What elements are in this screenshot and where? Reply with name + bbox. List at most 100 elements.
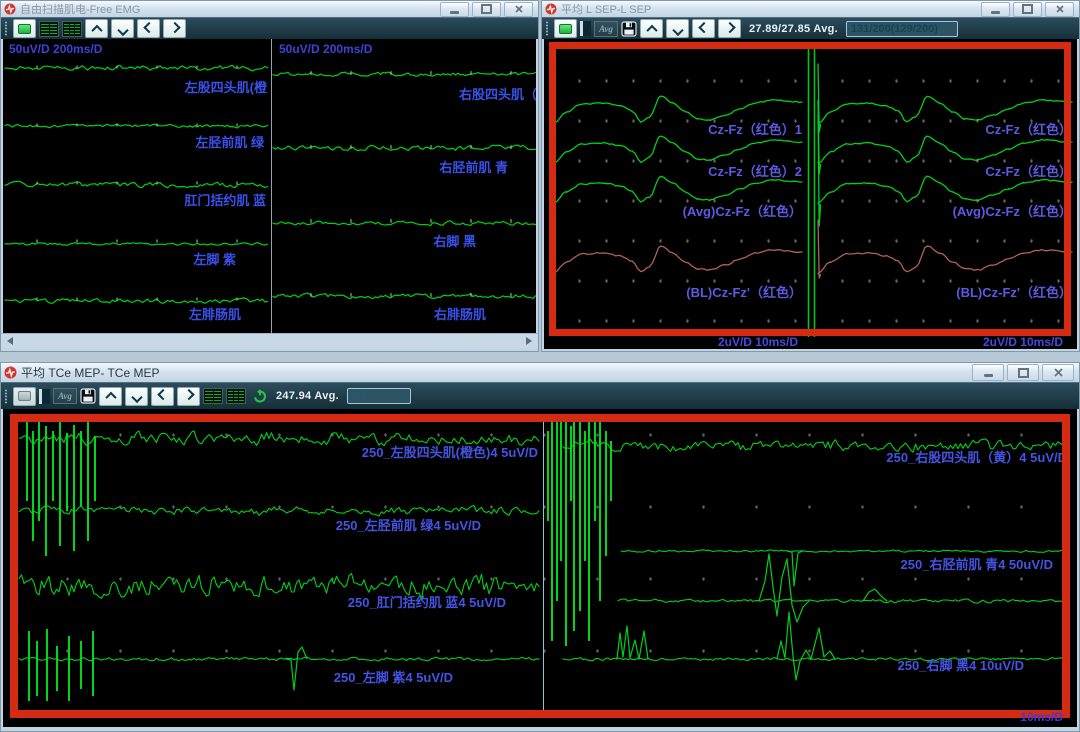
minimize-button[interactable] bbox=[972, 364, 1004, 381]
scroll-right-icon[interactable] bbox=[526, 337, 532, 345]
toolbar-grip[interactable] bbox=[4, 21, 8, 36]
emg-traces-canvas bbox=[3, 39, 536, 333]
sweep-counter: 131/200(129/200) bbox=[846, 21, 958, 37]
channel-label: Cz-Fz（红色）2 bbox=[708, 161, 802, 180]
page-left-button[interactable] bbox=[137, 19, 160, 38]
montage-3col-icon[interactable] bbox=[62, 21, 82, 37]
window-free-emg: 自由扫描肌电-Free EMG 50uV/D 200ms/D bbox=[0, 0, 539, 352]
chevron-right-icon bbox=[169, 21, 180, 32]
channel-label: 右腓肠肌 bbox=[434, 304, 486, 323]
chevron-up-icon bbox=[105, 392, 116, 403]
maximize-icon bbox=[1018, 368, 1029, 378]
run-button[interactable] bbox=[13, 19, 36, 38]
chevron-right-icon bbox=[183, 389, 194, 400]
l-sep-plot[interactable]: Cz-Fz（红色）1 Cz-Fz（红色）2 (Avg)Cz-Fz（红色） (BL… bbox=[544, 39, 1077, 349]
scale-down-button[interactable] bbox=[666, 19, 689, 38]
channel-label: 250_左股四头肌(橙色)4 5uV/D bbox=[362, 442, 538, 461]
save-icon[interactable] bbox=[621, 21, 637, 37]
scale-up-button[interactable] bbox=[99, 387, 122, 406]
horizontal-scrollbar[interactable] bbox=[1, 333, 538, 348]
window-l-sep: 平均 L SEP-L SEP Avg 27.89/27 bbox=[541, 0, 1080, 352]
chevron-up-icon bbox=[91, 24, 102, 35]
channel-label: Cz-Fz（红色）1 bbox=[708, 119, 802, 138]
channel-label: 左股四头肌(橙 bbox=[185, 77, 267, 96]
average-mode-button[interactable]: Avg bbox=[53, 388, 77, 404]
free-emg-titlebar[interactable]: 自由扫描肌电-Free EMG bbox=[1, 1, 538, 17]
toolbar-grip[interactable] bbox=[545, 21, 549, 36]
channel-label: 右股四头肌（黄 bbox=[459, 84, 536, 103]
scale-label: 50uV/D 200ms/D bbox=[9, 42, 102, 56]
montage-3col-icon[interactable] bbox=[226, 388, 246, 404]
page-right-button[interactable] bbox=[163, 19, 186, 38]
page-right-button[interactable] bbox=[718, 19, 741, 38]
l-sep-toolbar: Avg 27.89/27.85 Avg. 131/200(129/200) bbox=[542, 17, 1079, 39]
scale-label: 50uV/D 200ms/D bbox=[279, 42, 372, 56]
run-icon bbox=[18, 24, 31, 34]
channel-label: 左腓肠肌 bbox=[189, 304, 241, 323]
channel-label: Cz-Fz（红色） bbox=[985, 119, 1072, 138]
chevron-up-icon bbox=[646, 24, 657, 35]
scale-down-button[interactable] bbox=[125, 387, 148, 406]
montage-2col-icon[interactable] bbox=[39, 21, 59, 37]
chevron-right-icon bbox=[724, 21, 735, 32]
run-button-disabled[interactable] bbox=[13, 387, 36, 406]
channel-label: 左脚 紫 bbox=[193, 249, 236, 268]
montage-2col-icon[interactable] bbox=[203, 388, 223, 404]
sep-traces-canvas bbox=[544, 39, 1077, 349]
channel-label: 250_右胫前肌 青4 50uV/D bbox=[901, 554, 1053, 573]
avg-reading: 27.89/27.85 Avg. bbox=[749, 23, 838, 35]
splitter-handle[interactable] bbox=[580, 21, 591, 36]
app-icon bbox=[4, 366, 17, 379]
minimize-icon bbox=[450, 11, 459, 14]
power-stim-icon[interactable] bbox=[252, 388, 268, 404]
maximize-button[interactable] bbox=[472, 2, 501, 17]
run-icon bbox=[18, 391, 31, 401]
close-icon bbox=[1054, 368, 1063, 377]
scroll-left-icon[interactable] bbox=[7, 337, 13, 345]
chevron-down-icon bbox=[117, 24, 128, 35]
close-icon bbox=[1056, 5, 1064, 13]
minimize-icon bbox=[991, 11, 1000, 14]
page-left-button[interactable] bbox=[151, 387, 174, 406]
window-tce-mep: 平均 TCe MEP- TCe MEP Avg bbox=[0, 362, 1080, 732]
toolbar-grip[interactable] bbox=[4, 389, 8, 404]
maximize-icon bbox=[481, 4, 492, 14]
channel-label: 250_左脚 紫4 5uV/D bbox=[334, 667, 453, 686]
channel-label: 250_右脚 黑4 10uV/D bbox=[898, 655, 1024, 674]
run-button[interactable] bbox=[554, 19, 577, 38]
minimize-icon bbox=[984, 374, 993, 377]
close-button[interactable] bbox=[1045, 2, 1074, 17]
maximize-icon bbox=[1022, 4, 1033, 14]
channel-label: 250_左胫前肌 绿4 5uV/D bbox=[336, 515, 481, 534]
window-title: 平均 L SEP-L SEP bbox=[561, 1, 981, 17]
minimize-button[interactable] bbox=[440, 2, 469, 17]
page-left-button[interactable] bbox=[692, 19, 715, 38]
scale-up-button[interactable] bbox=[640, 19, 663, 38]
chevron-down-icon bbox=[672, 24, 683, 35]
free-emg-plot[interactable]: 50uV/D 200ms/D 50uV/D 200ms/D 左股四头肌(橙 左胫… bbox=[3, 39, 536, 333]
tce-mep-titlebar[interactable]: 平均 TCe MEP- TCe MEP bbox=[1, 363, 1079, 382]
close-icon bbox=[515, 5, 523, 13]
page-right-button[interactable] bbox=[177, 387, 200, 406]
time-scale-label: 10ms/D bbox=[1020, 710, 1063, 724]
channel-label: (Avg)Cz-Fz（红色） bbox=[683, 201, 802, 220]
scale-up-button[interactable] bbox=[85, 19, 108, 38]
window-title: 平均 TCe MEP- TCe MEP bbox=[21, 364, 972, 381]
chevron-left-icon bbox=[157, 389, 168, 400]
save-icon[interactable] bbox=[80, 388, 96, 404]
tce-mep-plot[interactable]: 250_左股四头肌(橙色)4 5uV/D 250_左胫前肌 绿4 5uV/D 2… bbox=[3, 409, 1077, 727]
channel-label: 250_肛门括约肌 蓝4 5uV/D bbox=[348, 592, 506, 611]
maximize-button[interactable] bbox=[1013, 2, 1042, 17]
run-icon bbox=[559, 24, 572, 34]
close-button[interactable] bbox=[1042, 364, 1074, 381]
minimize-button[interactable] bbox=[981, 2, 1010, 17]
close-button[interactable] bbox=[504, 2, 533, 17]
scale-label: 2uV/D 10ms/D bbox=[983, 335, 1063, 349]
chevron-left-icon bbox=[698, 21, 709, 32]
l-sep-titlebar[interactable]: 平均 L SEP-L SEP bbox=[542, 1, 1079, 17]
scale-down-button[interactable] bbox=[111, 19, 134, 38]
desktop: 自由扫描肌电-Free EMG 50uV/D 200ms/D bbox=[0, 0, 1080, 732]
maximize-button[interactable] bbox=[1007, 364, 1039, 381]
average-mode-button[interactable]: Avg bbox=[594, 21, 618, 37]
splitter-handle[interactable] bbox=[39, 389, 50, 404]
